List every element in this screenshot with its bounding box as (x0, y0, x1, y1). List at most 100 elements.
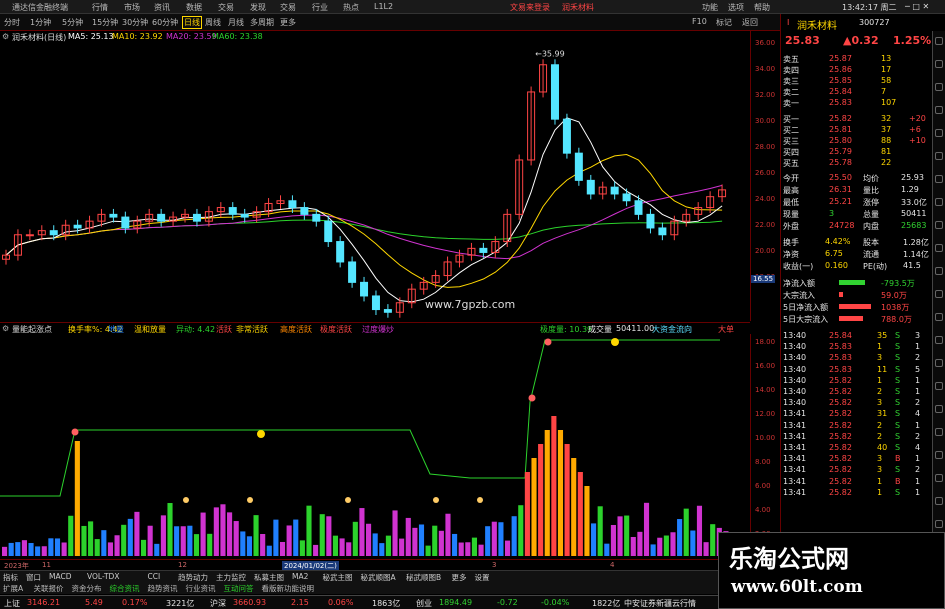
period-60min[interactable]: 60分钟 (152, 17, 178, 28)
sidebar-tool-icon[interactable] (935, 405, 943, 413)
sidebar-tool-icon[interactable] (935, 290, 943, 298)
sidebar-tool-icon[interactable] (935, 175, 943, 183)
sidebar-tool-icon[interactable] (935, 244, 943, 252)
period-timeshare[interactable]: 分时 (4, 17, 20, 28)
indicator-tab[interactable]: 秘武主图 (323, 572, 353, 582)
indicator-tab[interactable]: 设置 (475, 572, 490, 582)
indicator-chart[interactable] (0, 334, 750, 559)
indicator-tab[interactable]: 指标 (3, 572, 18, 582)
extension-tab[interactable]: 资金分布 (72, 583, 102, 594)
sidebar-tool-icon[interactable] (935, 152, 943, 160)
quote-stat-row: 收益(一) 0.160 PE(动) 41.5 (781, 260, 933, 271)
period-more[interactable]: 更多 (280, 17, 296, 28)
sidebar-tool-icon[interactable] (935, 451, 943, 459)
volume-bar (465, 542, 471, 556)
ad-login[interactable]: 文易来登录 (510, 2, 550, 13)
right-sidebar (932, 31, 945, 551)
quote-cell: 1 (915, 375, 921, 385)
window-controls[interactable]: ─ □ ✕ (905, 2, 929, 11)
back-button[interactable]: 返回 (742, 17, 758, 28)
sidebar-tool-icon[interactable] (935, 221, 943, 229)
indicator-tab[interactable]: MACD (49, 572, 71, 581)
volume-bar (518, 505, 524, 556)
kline-chart[interactable]: ←35.99 (0, 31, 750, 321)
sidebar-tool-icon[interactable] (935, 313, 943, 321)
menu-data[interactable]: 数据 (186, 2, 202, 13)
menu-function[interactable]: 功能 (702, 2, 718, 13)
settings-icon[interactable]: ⚙ (2, 32, 9, 41)
indicator-tab[interactable]: 趋势动力 (178, 572, 208, 582)
indicator-tab[interactable]: 秘武顺图A (361, 572, 396, 582)
extension-tab[interactable]: 互动问答 (224, 583, 254, 594)
menu-l1l2[interactable]: L1L2 (374, 2, 393, 11)
volume-bar (61, 542, 67, 556)
volume-bar (121, 524, 127, 556)
menu-trade2[interactable]: 交易 (280, 2, 296, 13)
period-monthly[interactable]: 月线 (228, 17, 244, 28)
menu-industry[interactable]: 行业 (312, 2, 328, 13)
sidebar-tool-icon[interactable] (935, 198, 943, 206)
favorite-icon[interactable]: I (787, 18, 789, 27)
sidebar-tool-icon[interactable] (935, 106, 943, 114)
sidebar-tool-icon[interactable] (935, 474, 943, 482)
candle-body (109, 213, 118, 218)
menu-discover[interactable]: 发现 (250, 2, 266, 13)
period-1min[interactable]: 1分钟 (30, 17, 51, 28)
indicator-tab[interactable]: CCI (148, 572, 161, 581)
sidebar-tool-icon[interactable] (935, 520, 943, 528)
sidebar-tool-icon[interactable] (935, 60, 943, 68)
quote-cell: B (895, 476, 901, 486)
extension-tab[interactable]: 趋势资讯 (148, 583, 178, 594)
sidebar-tool-icon[interactable] (935, 359, 943, 367)
fund-flow-row: 5日大宗流入 788.0万 (781, 313, 933, 324)
menu-news[interactable]: 资讯 (154, 2, 170, 13)
f10-button[interactable]: F10 (692, 17, 707, 26)
sidebar-tool-icon[interactable] (935, 129, 943, 137)
period-weekly[interactable]: 周线 (205, 17, 221, 28)
indicator-settings-icon[interactable]: ⚙ (2, 324, 9, 333)
quote-cell: 25.87 (829, 54, 852, 63)
menu-hot[interactable]: 热点 (343, 2, 359, 13)
indicator-tab[interactable]: 窗口 (26, 572, 41, 582)
period-30min[interactable]: 30分钟 (122, 17, 148, 28)
extension-tab[interactable]: 看版新功能说明 (262, 583, 315, 594)
candle-body (562, 118, 571, 154)
menu-board[interactable]: 市场 (124, 2, 140, 13)
quote-cell: 25.83 (829, 98, 852, 107)
mark-button[interactable]: 标记 (716, 17, 732, 28)
indicator-tab[interactable]: 更多 (452, 572, 467, 582)
quote-panel: I 润禾材料 300727 25.83 ▲0.32 1.25% 卖五 25.87 13 卖四 25.… (780, 14, 945, 595)
indicator-tab[interactable]: 私募主图 (254, 572, 284, 582)
ad-stock[interactable]: 润禾材料 (562, 2, 594, 13)
extension-tab[interactable]: 综合资讯 (110, 583, 140, 594)
menu-market[interactable]: 行情 (92, 2, 108, 13)
sidebar-tool-icon[interactable] (935, 497, 943, 505)
sidebar-tool-icon[interactable] (935, 37, 943, 45)
menu-help[interactable]: 帮助 (754, 2, 770, 13)
indicator-tab[interactable]: MA2 (292, 572, 308, 581)
sidebar-tool-icon[interactable] (935, 428, 943, 436)
extension-tab[interactable]: 关联报价 (34, 583, 64, 594)
quote-cell: 1 (877, 375, 883, 385)
sidebar-tool-icon[interactable] (935, 83, 943, 91)
sidebar-tool-icon[interactable] (935, 336, 943, 344)
period-daily[interactable]: 日线 (182, 16, 202, 29)
period-5min[interactable]: 5分钟 (62, 17, 83, 28)
indicator-tab[interactable]: VOL-TDX (87, 572, 119, 581)
period-multi[interactable]: 多周期 (250, 17, 274, 28)
volume-bar (193, 534, 200, 556)
quote-cell: 25.83 (829, 342, 852, 352)
menu-options[interactable]: 选项 (728, 2, 744, 13)
extension-tab[interactable]: 扩展A (3, 583, 23, 594)
indicator-tab[interactable]: 主力监控 (216, 572, 246, 582)
sidebar-tool-icon[interactable] (935, 267, 943, 275)
extension-tab[interactable]: 行业资讯 (186, 583, 216, 594)
tick-row: 13:41 25.82 3 B 1 (781, 453, 933, 464)
quote-cell: 13:40 (783, 387, 807, 396)
menu-trade[interactable]: 交易 (218, 2, 234, 13)
indicator-tab[interactable]: 秘武顺图B (406, 572, 441, 582)
sidebar-tool-icon[interactable] (935, 382, 943, 390)
period-15min[interactable]: 15分钟 (92, 17, 118, 28)
quote-cell: +10 (909, 136, 926, 145)
volume-bar (577, 472, 583, 556)
